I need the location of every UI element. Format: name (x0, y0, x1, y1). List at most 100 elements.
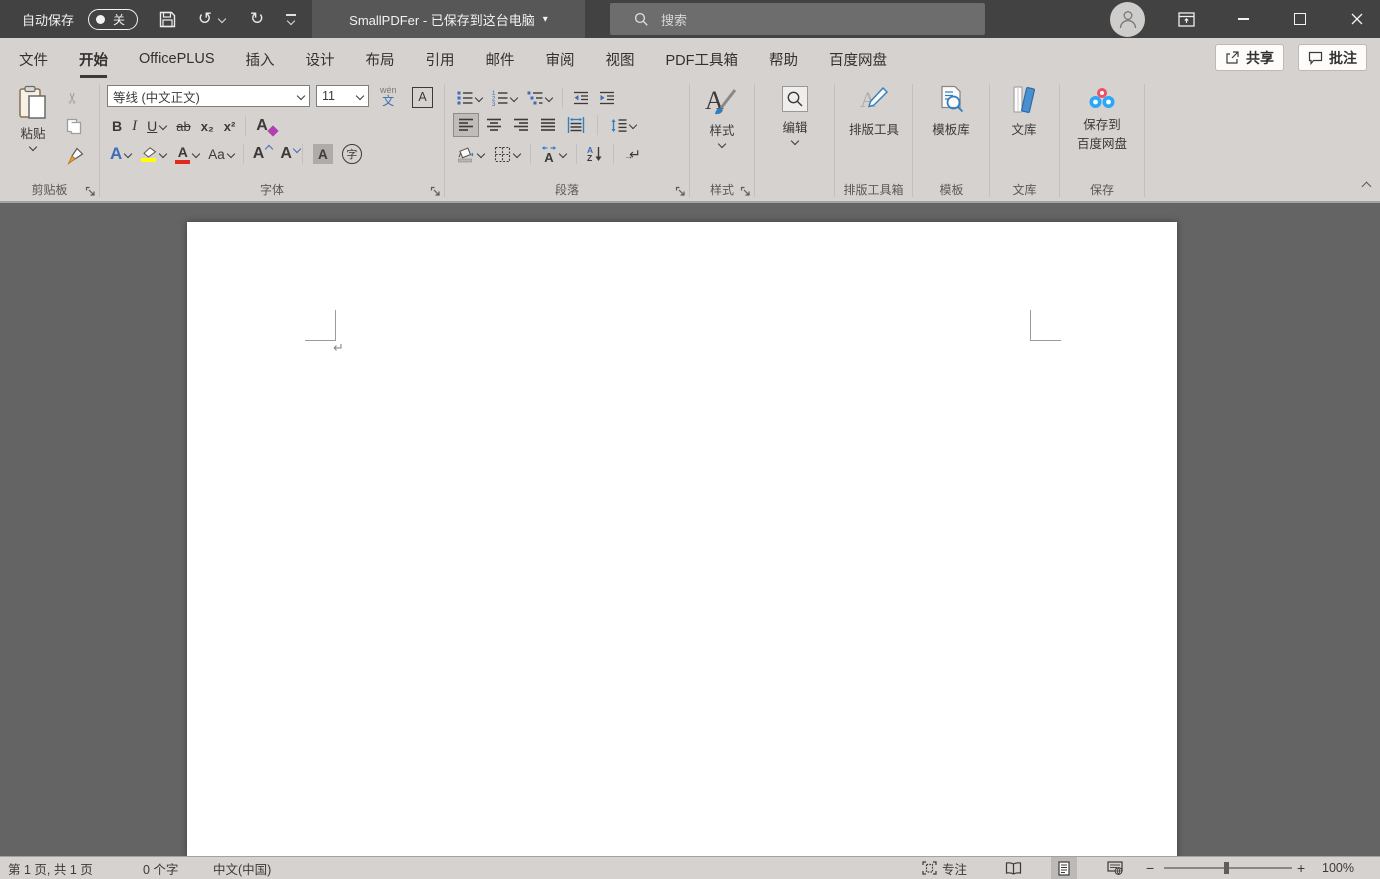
document-title[interactable]: SmallPDFer - 已保存到这台电脑 ▾ (312, 0, 585, 38)
decrease-indent-button[interactable] (569, 86, 593, 110)
document-page[interactable]: ↵ (187, 222, 1177, 859)
line-spacing-button[interactable] (606, 113, 640, 137)
paste-button[interactable]: 粘贴 (10, 85, 56, 150)
multilevel-list-button[interactable] (523, 86, 556, 110)
wenku-button[interactable]: 文库 (998, 85, 1050, 138)
maximize-button[interactable] (1277, 0, 1323, 38)
styles-button[interactable]: A 样式 (699, 86, 745, 147)
paragraph-dialog-launcher[interactable] (675, 186, 686, 197)
zoom-in-button[interactable]: + (1297, 857, 1305, 879)
comments-button[interactable]: 批注 (1298, 44, 1367, 71)
copy-button[interactable] (62, 114, 86, 138)
font-name-combo[interactable]: 等线 (中文正文) (107, 85, 310, 107)
styles-dialog-launcher[interactable] (740, 186, 751, 197)
change-case-button[interactable]: Aa (204, 142, 238, 166)
borders-button[interactable] (490, 142, 524, 166)
language-indicator[interactable]: 中文(中国) (213, 857, 271, 879)
tab-design[interactable]: 设计 (306, 38, 335, 80)
tab-review[interactable]: 审阅 (546, 38, 575, 80)
strikethrough-button[interactable]: ab (172, 114, 194, 138)
italic-button[interactable]: I (128, 114, 141, 138)
cut-button[interactable]: ✂ (62, 86, 83, 110)
editing-button[interactable]: 编辑 (772, 86, 818, 144)
web-layout-button[interactable] (1102, 857, 1128, 879)
minimize-icon (1238, 18, 1249, 19)
tab-references[interactable]: 引用 (426, 38, 455, 80)
ribbon-display-options-button[interactable] (1172, 0, 1200, 38)
text-effects-button[interactable]: A (106, 142, 135, 166)
show-marks-button[interactable]: → ↵ (620, 142, 645, 166)
font-color-icon: A (175, 145, 190, 164)
ribbon-tabs: 文件 开始 OfficePLUS 插入 设计 布局 引用 邮件 审阅 视图 PD… (0, 38, 1380, 80)
distribute-text-button[interactable] (563, 113, 589, 137)
save-button[interactable] (152, 0, 182, 38)
subscript-button[interactable]: x₂ (197, 114, 218, 138)
tab-insert[interactable]: 插入 (246, 38, 275, 80)
highlight-button[interactable] (136, 142, 170, 166)
tab-officeplus[interactable]: OfficePLUS (139, 38, 215, 80)
collapse-ribbon-button[interactable] (1363, 177, 1370, 195)
layout-tools-button[interactable]: A 排版工具 (841, 85, 907, 138)
clipboard-dialog-launcher[interactable] (85, 186, 96, 197)
align-left-icon (458, 118, 474, 132)
zoom-level[interactable]: 100% (1322, 857, 1354, 879)
phonetic-guide-button[interactable]: wén 文 (376, 84, 401, 108)
shading-button[interactable] (453, 142, 488, 166)
template-library-button[interactable]: 模板库 (921, 85, 981, 138)
focus-mode-button[interactable]: 专注 (922, 857, 967, 879)
tab-view[interactable]: 视图 (606, 38, 635, 80)
share-button[interactable]: 共享 (1215, 44, 1284, 71)
grow-font-button[interactable]: A (249, 142, 269, 166)
tab-file[interactable]: 文件 (19, 38, 48, 80)
align-center-button[interactable] (482, 113, 506, 137)
page-indicator[interactable]: 第 1 页, 共 1 页 (8, 857, 93, 879)
tab-pdf-toolbox[interactable]: PDF工具箱 (666, 38, 739, 80)
autosave-toggle[interactable]: 关 (88, 0, 138, 38)
decrease-indent-icon (573, 91, 589, 105)
justify-button[interactable] (536, 113, 560, 137)
bullets-button[interactable] (453, 86, 486, 110)
account-avatar[interactable] (1110, 0, 1145, 38)
clear-formatting-button[interactable]: A (252, 114, 272, 138)
enclose-characters-button[interactable]: 字 (338, 142, 366, 166)
tab-home[interactable]: 开始 (79, 38, 108, 80)
increase-indent-button[interactable] (595, 86, 619, 110)
undo-dropdown[interactable] (219, 0, 225, 38)
customize-toolbar-button[interactable] (276, 0, 306, 38)
font-color-button[interactable]: A (171, 142, 203, 166)
zoom-out-button[interactable]: − (1146, 857, 1154, 879)
zoom-slider-thumb[interactable] (1224, 862, 1229, 874)
asian-layout-button[interactable]: A (537, 142, 570, 166)
superscript-button[interactable]: x² (220, 114, 240, 138)
word-count[interactable]: 0 个字 (143, 857, 178, 879)
print-layout-button[interactable] (1051, 857, 1077, 879)
redo-button[interactable]: ↻ (242, 0, 272, 38)
tab-layout[interactable]: 布局 (366, 38, 395, 80)
autosave-toggle-pill[interactable]: 关 (88, 9, 138, 30)
numbering-button[interactable]: 123 (488, 86, 521, 110)
font-dialog-launcher[interactable] (430, 186, 441, 197)
font-size-combo[interactable]: 11 (316, 85, 369, 107)
search-input[interactable]: 搜索 (610, 3, 985, 35)
tab-baidu-netdisk[interactable]: 百度网盘 (829, 38, 887, 80)
minimize-button[interactable] (1220, 0, 1266, 38)
underline-button[interactable]: U (143, 114, 170, 138)
character-shading-button[interactable]: A (309, 142, 337, 166)
bold-button[interactable]: B (108, 114, 126, 138)
align-right-button[interactable] (509, 113, 533, 137)
character-border-button[interactable]: A (408, 85, 437, 109)
document-area[interactable]: ↵ (0, 203, 1380, 857)
sort-button[interactable]: AZ (583, 142, 607, 166)
focus-label: 专注 (942, 859, 967, 878)
shrink-font-button[interactable]: A (276, 142, 296, 166)
format-painter-button[interactable] (62, 144, 88, 168)
tab-help[interactable]: 帮助 (769, 38, 798, 80)
tab-mailings[interactable]: 邮件 (486, 38, 515, 80)
editing-icon (782, 86, 808, 112)
grow-font-icon: A (253, 145, 265, 163)
undo-button[interactable]: ↺ (190, 0, 220, 38)
save-to-baidu-button[interactable]: 保存到 百度网盘 (1066, 86, 1138, 152)
align-left-button[interactable] (453, 113, 479, 137)
read-mode-button[interactable] (1000, 857, 1026, 879)
close-button[interactable] (1334, 0, 1380, 38)
